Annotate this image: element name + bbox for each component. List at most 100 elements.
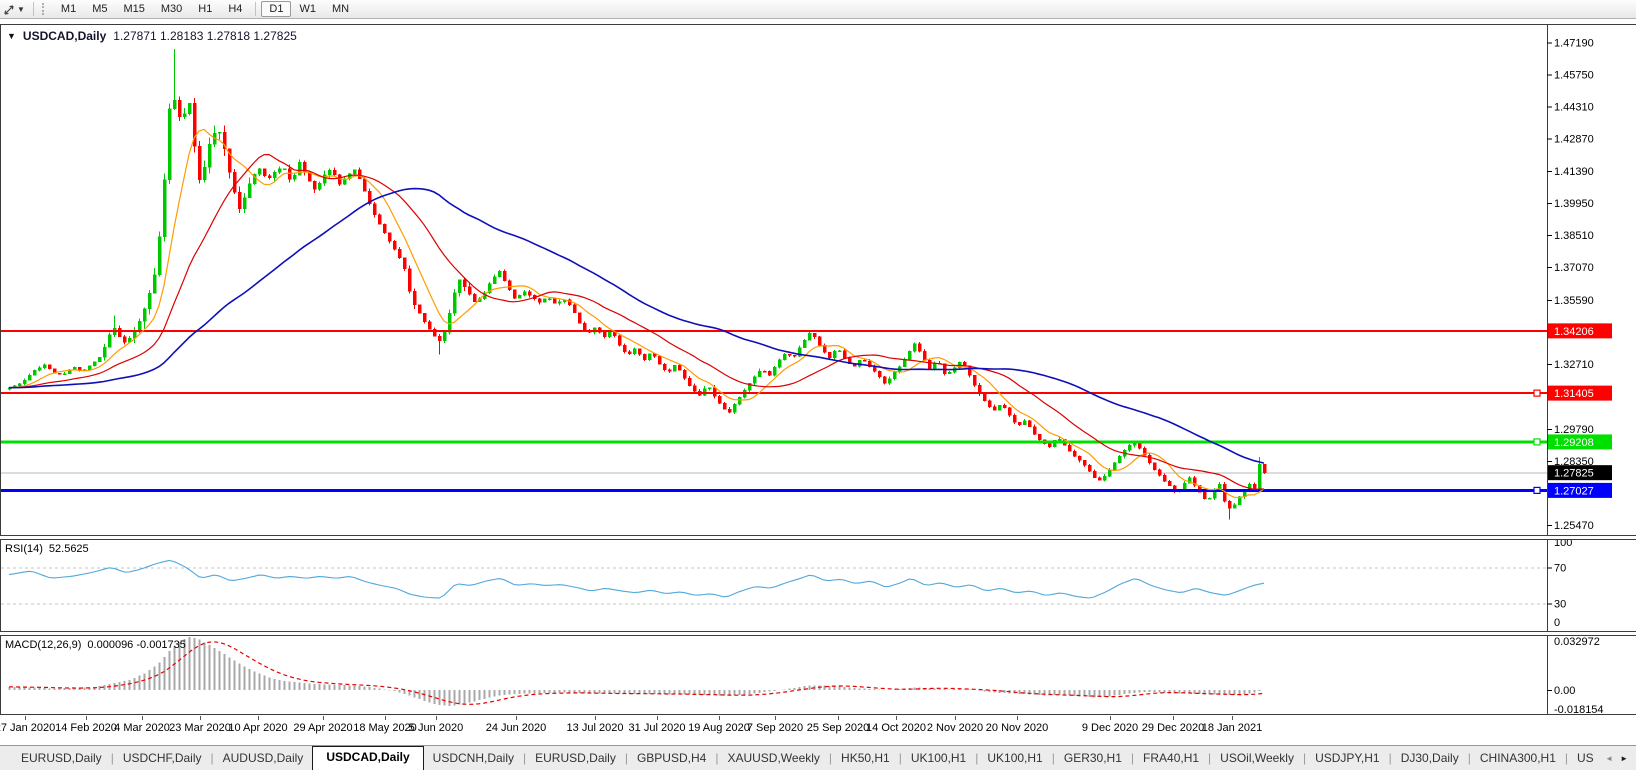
tab-scroll-right-icon[interactable]: ► [1620, 754, 1628, 763]
toolbar-grip-handle[interactable] [41, 3, 46, 15]
macd-label: MACD(12,26,9) [5, 639, 82, 651]
horizontal-line-1.27027[interactable] [1, 486, 1547, 494]
price-badge: 1.34206 [1548, 323, 1612, 339]
date-tick [86, 716, 87, 720]
chart-tab-usdchf-daily[interactable]: USDCHF,Daily [114, 747, 211, 770]
date-label: 14 Feb 2020 [55, 722, 117, 734]
svg-text:1.27027: 1.27027 [1554, 485, 1594, 497]
date-tick [516, 716, 517, 720]
price-tick-label: 1.39950 [1554, 198, 1594, 210]
macd-axis-zero: 0.00 [1554, 685, 1575, 697]
date-tick [323, 716, 324, 720]
date-label: 2 Nov 2020 [926, 722, 984, 734]
tab-scroll-left-icon[interactable]: ◄ [1605, 754, 1613, 763]
chart-tab-usoil-weekly[interactable]: USOil,Weekly [1211, 747, 1303, 770]
horizontal-line-1.29208[interactable] [1, 438, 1547, 446]
timeframe-toolbar: ▼ M1 M5 M15 M30 H1 H4 D1 W1 MN [0, 0, 1636, 19]
date-label: 20 Nov 2020 [985, 722, 1049, 734]
chart-tab-usdcnh-daily[interactable]: USDCNH,Daily [424, 747, 523, 770]
chart-collapse-icon[interactable]: ▼ [7, 31, 16, 41]
rsi-indicator-pane[interactable]: RSI(14) 52.5625 100 70 30 0 [0, 539, 1636, 632]
timeframe-button-h1[interactable]: H1 [190, 1, 220, 17]
macd-signal-line [8, 641, 1265, 705]
date-label: 13 Jul 2020 [566, 722, 624, 734]
price-tick-label: 1.32710 [1554, 359, 1594, 371]
chart-title-row: ▼ USDCAD,Daily 1.27871 1.28183 1.27818 1… [7, 29, 297, 43]
price-badge: 1.29208 [1548, 434, 1612, 450]
timeframe-button-m5[interactable]: M5 [84, 1, 115, 17]
main-chart-pane[interactable]: ▼ USDCAD,Daily 1.27871 1.28183 1.27818 1… [0, 24, 1636, 536]
chart-tab-usdjpy-h1[interactable]: USDJPY,H1 [1306, 747, 1388, 770]
chart-tab-xauusd-weekly[interactable]: XAUUSD,Weekly [718, 747, 828, 770]
price-tick-label: 1.29790 [1554, 424, 1594, 436]
date-label: 5 Jun 2020 [408, 722, 464, 734]
horizontal-line-1.31405[interactable] [1, 389, 1547, 397]
pointer-tool-dropdown-icon[interactable]: ▼ [17, 5, 25, 14]
date-tick [896, 716, 897, 720]
date-label: 27 Jan 2020 [0, 722, 56, 734]
price-tick-label: 1.37070 [1554, 262, 1594, 274]
timeframe-button-m1[interactable]: M1 [53, 1, 84, 17]
chart-tabbar: EURUSD,Daily | USDCHF,Daily | AUDUSD,Daily US… [0, 745, 1636, 770]
price-badge: 1.31405 [1548, 385, 1612, 401]
macd-indicator-pane[interactable]: MACD(12,26,9) 0.000096 -0.001735 0.03297… [0, 635, 1636, 715]
date-tick [1110, 716, 1111, 720]
chart-tab-china300-h1[interactable]: CHINA300,H1 [1471, 747, 1565, 770]
rsi-label: RSI(14) [5, 543, 43, 555]
time-axis[interactable]: 27 Jan 2020 14 Feb 2020 4 Mar 2020 23 Mar 2… [0, 716, 1636, 745]
chart-tab-uk100-h1[interactable]: UK100,H1 [902, 747, 975, 770]
chart-tab-ger30-h1[interactable]: GER30,H1 [1055, 747, 1131, 770]
svg-text:1.27825: 1.27825 [1554, 468, 1594, 480]
pointer-tool-icon[interactable] [3, 3, 16, 16]
timeframe-button-m15[interactable]: M15 [115, 1, 152, 17]
chart-tab-audusd-daily[interactable]: AUDUSD,Daily [214, 747, 313, 770]
date-tick [838, 716, 839, 720]
rsi-value: 52.5625 [48, 543, 89, 555]
timeframe-button-w1[interactable]: W1 [291, 1, 324, 17]
rsi-axis-label: 100 [1554, 540, 1572, 549]
date-tick [1017, 716, 1018, 720]
price-tick-label: 1.41390 [1554, 166, 1594, 178]
date-label: 7 Sep 2020 [746, 722, 804, 734]
price-tick-label: 1.25470 [1554, 520, 1594, 532]
timeframe-button-m30[interactable]: M30 [153, 1, 190, 17]
date-label: 31 Jul 2020 [628, 722, 686, 734]
chart-tab-us[interactable]: US [1568, 747, 1601, 770]
price-badge: 1.27027 [1548, 482, 1612, 498]
price-tick-label: 1.47190 [1554, 37, 1594, 49]
timeframe-button-mn[interactable]: MN [324, 1, 357, 17]
date-label: 25 Sep 2020 [806, 722, 870, 734]
chart-tab-uk100-h1[interactable]: UK100,H1 [978, 747, 1051, 770]
chart-tab-hk50-h1[interactable]: HK50,H1 [832, 747, 899, 770]
date-tick [719, 716, 720, 720]
chart-tab-dj30-daily[interactable]: DJ30,Daily [1392, 747, 1468, 770]
date-tick [1232, 716, 1233, 720]
date-tick [142, 716, 143, 720]
svg-text:1.31405: 1.31405 [1554, 388, 1594, 400]
date-label: 29 Dec 2020 [1141, 722, 1205, 734]
moving-average-mid [8, 153, 1265, 491]
chart-tab-eurusd-daily[interactable]: EURUSD,Daily [12, 747, 111, 770]
toolbar-separator [32, 2, 34, 16]
date-label: 19 Aug 2020 [688, 722, 750, 734]
chart-tab-usdcad-daily[interactable]: USDCAD,Daily [312, 746, 424, 770]
chart-tab-fra40-h1[interactable]: FRA40,H1 [1134, 747, 1208, 770]
date-tick [1173, 716, 1174, 720]
date-label: 4 Mar 2020 [114, 722, 170, 734]
timeframe-button-h4[interactable]: H4 [220, 1, 250, 17]
macd-axis-bottom: -0.018154 [1554, 704, 1604, 714]
timeframe-button-d1[interactable]: D1 [261, 1, 292, 17]
chart-tab-gbpusd-h4[interactable]: GBPUSD,H4 [628, 747, 715, 770]
date-label: 23 Mar 2020 [169, 722, 231, 734]
price-axis-labels: 1.47190 1.45750 1.44310 1.42870 1.41390 1.399… [1547, 37, 1594, 532]
date-tick [385, 716, 386, 720]
date-tick [25, 716, 26, 720]
price-tick-label: 1.42870 [1554, 133, 1594, 145]
chart-symbol-label: USDCAD,Daily [22, 29, 107, 43]
price-tick-label: 1.38510 [1554, 230, 1594, 242]
price-tick-label: 1.35590 [1554, 295, 1594, 307]
chart-tab-eurusd-daily[interactable]: EURUSD,Daily [526, 747, 625, 770]
pointer-tool-glyph [4, 4, 14, 15]
date-label: 9 Dec 2020 [1081, 722, 1139, 734]
rsi-chart: 100 70 30 0 [1, 540, 1572, 631]
